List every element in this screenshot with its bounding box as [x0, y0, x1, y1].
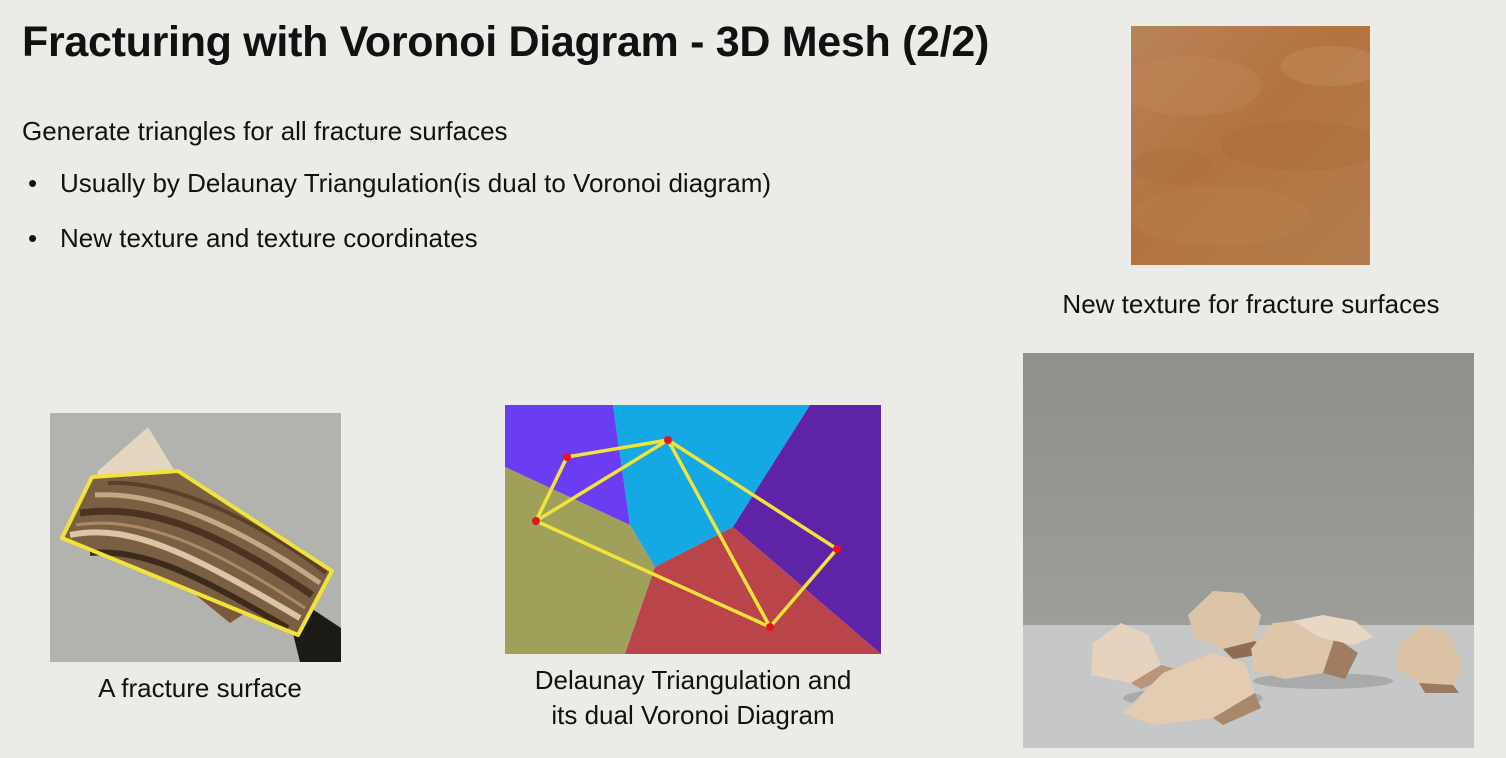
- voronoi-site: [563, 453, 571, 461]
- delaunay-caption-line2: its dual Voronoi Diagram: [551, 700, 835, 730]
- bullet-item: • Usually by Delaunay Triangulation(is d…: [22, 168, 771, 223]
- fracture-caption: A fracture surface: [98, 673, 302, 703]
- lead-text: Generate triangles for all fracture surf…: [22, 116, 508, 146]
- bullet-text: Usually by Delaunay Triangulation(is dua…: [60, 168, 772, 198]
- bullet-marker: •: [28, 168, 38, 198]
- voronoi-site: [532, 517, 540, 525]
- fracture-surface-image: [50, 413, 341, 662]
- voronoi-site: [766, 623, 774, 631]
- bullet-item: • New texture and texture coordinates: [22, 223, 771, 278]
- bullet-text: New texture and texture coordinates: [60, 223, 478, 253]
- texture-caption: New texture for fracture surfaces: [1062, 289, 1440, 319]
- fracture-texture-image: [1131, 26, 1370, 265]
- delaunay-voronoi-diagram: [505, 405, 881, 654]
- slide-title: Fracturing with Voronoi Diagram - 3D Mes…: [22, 18, 990, 66]
- bullet-marker: •: [28, 223, 38, 253]
- delaunay-caption-line1: Delaunay Triangulation and: [534, 665, 852, 695]
- voronoi-site: [664, 436, 672, 444]
- fractured-pieces-render: [1023, 353, 1474, 748]
- voronoi-site: [833, 545, 841, 553]
- bullet-list: • Usually by Delaunay Triangulation(is d…: [22, 168, 771, 278]
- delaunay-caption: Delaunay Triangulation and its dual Voro…: [480, 662, 906, 732]
